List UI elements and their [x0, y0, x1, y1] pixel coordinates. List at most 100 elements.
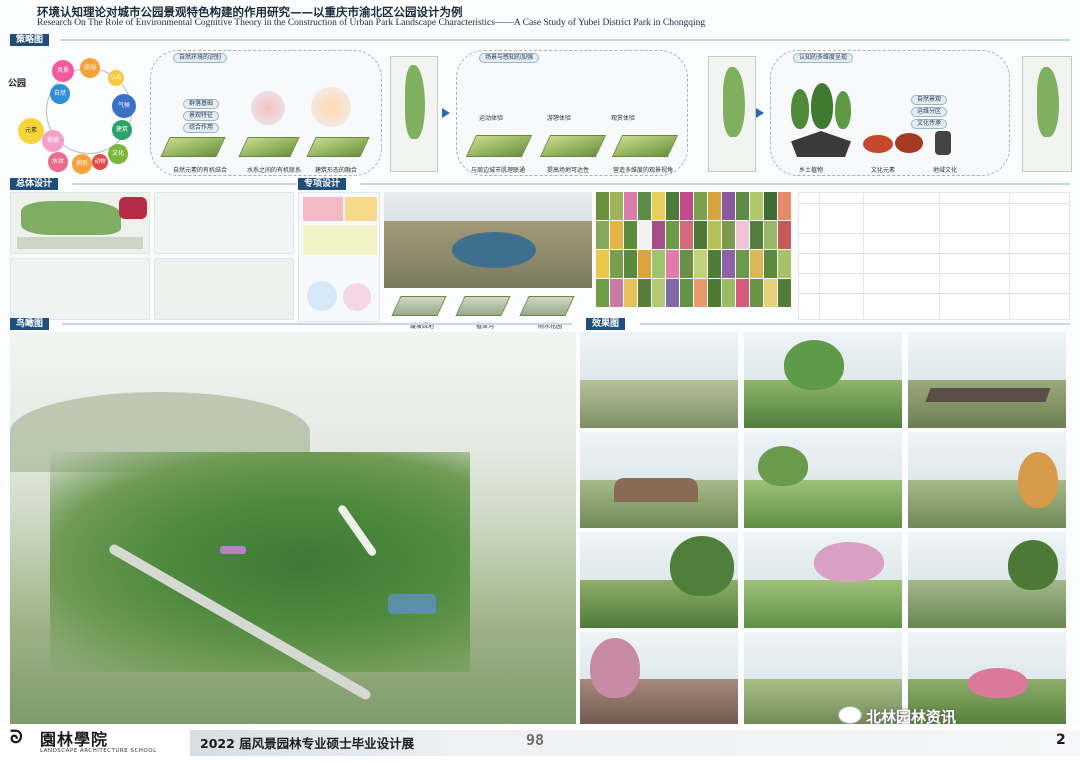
plant-photo — [722, 250, 735, 278]
concept-bubble — [251, 91, 285, 125]
photo-tree — [814, 542, 884, 582]
rendering-image — [580, 632, 738, 726]
photo-pond — [452, 232, 536, 268]
plan-green — [21, 201, 121, 235]
photo-sky — [908, 332, 1066, 385]
plant-photo — [680, 221, 693, 249]
analysis-chart-stack — [298, 192, 380, 322]
plan-legend — [17, 237, 143, 249]
rendering-image — [580, 332, 738, 428]
iso-block — [465, 135, 533, 157]
figure-illustration — [935, 131, 951, 155]
wheel-node: 水体 — [48, 152, 68, 172]
plant-photo — [750, 221, 763, 249]
wheel-node: 气候 — [112, 94, 136, 118]
plant-photo — [736, 221, 749, 249]
rendering-image — [744, 532, 902, 628]
plant-photo — [694, 192, 707, 220]
photo-sky — [580, 332, 738, 385]
analysis-bubble — [307, 281, 337, 311]
structure-plan — [154, 192, 294, 254]
rendering-image — [744, 432, 902, 528]
school-name: 園林學院 — [40, 730, 109, 749]
iso-caption: 自然元素的有机结合 — [173, 167, 228, 174]
school-name-en: LANDSCAPE ARCHITECTURE SCHOOL — [40, 748, 157, 754]
iso-block — [391, 296, 447, 316]
plant-photo — [736, 279, 749, 307]
plant-photo — [708, 279, 721, 307]
plant-photo — [750, 192, 763, 220]
path-caption: 观赏体验 — [611, 115, 636, 122]
section-aerial-label: 鸟瞰图 — [10, 318, 50, 330]
plant-photo — [778, 250, 791, 278]
exhibition-title: 2022 届风景园林专业硕士毕业设计展 — [200, 736, 415, 751]
plant-photo — [694, 250, 707, 278]
strategy-panel-2: 场景与感知的加强 运动体验 游憩体验 观赏体验 与周边城市肌理联通 提高场地可达… — [456, 50, 688, 176]
renderings-grid — [580, 332, 1070, 726]
analysis-bar — [303, 225, 377, 255]
plant-photo-grid — [596, 192, 794, 307]
table-col — [863, 193, 864, 319]
footer: ᘐ 園林學院 LANDSCAPE ARCHITECTURE SCHOOL 202… — [0, 724, 1080, 764]
plant-photo — [652, 279, 665, 307]
wetland-photo — [384, 192, 592, 288]
plant-photo — [680, 250, 693, 278]
wheel-node: 小品 — [108, 70, 124, 86]
plant-photo — [736, 192, 749, 220]
culture-caption: 文化元素 — [871, 167, 896, 174]
iso-block — [519, 296, 575, 316]
rendering-image — [580, 432, 738, 528]
wheel-node: 动物 — [92, 154, 108, 170]
culture-caption: 乡土植物 — [799, 167, 824, 174]
poster-number: 98 — [526, 731, 545, 749]
plant-photo — [750, 279, 763, 307]
map-green-area — [723, 67, 745, 137]
concept-bubble — [311, 87, 351, 127]
wheel-node: 运动 — [80, 58, 100, 78]
aerial-pond — [388, 594, 436, 614]
photo-building — [614, 478, 698, 502]
culture-caption: 地域文化 — [933, 167, 958, 174]
tree-illustration — [835, 91, 851, 129]
park-label: 公园 — [8, 79, 27, 89]
plant-species-table — [798, 192, 1070, 320]
plant-photo — [708, 250, 721, 278]
zoning-plan — [154, 258, 294, 320]
iso-block — [160, 137, 226, 157]
plant-photo — [596, 250, 609, 278]
tree-illustration — [811, 83, 833, 129]
strategy-panel-3: 认知的多维度呈现 自然景观 运维分区 文化传承 乡土植物 文化元素 地域文化 — [770, 50, 1010, 176]
section-strategy-rule — [60, 39, 1070, 41]
table-rule — [799, 293, 1069, 294]
grid-plan — [10, 258, 150, 320]
page-number: 2 — [1056, 732, 1066, 748]
plant-photo — [764, 279, 777, 307]
table-col — [819, 193, 820, 319]
plant-photo — [736, 250, 749, 278]
panel-title: 认知的多维度呈现 — [793, 53, 854, 63]
wheel-node: 元素 — [18, 118, 44, 144]
tree-illustration — [791, 89, 809, 129]
section-overall-label: 总体设计 — [10, 178, 59, 190]
pagoda-illustration — [791, 131, 851, 157]
poster-title-en: Research On The Role of Environmental Co… — [37, 18, 706, 28]
master-plan-color — [10, 192, 150, 254]
photo-ground — [744, 480, 902, 528]
poster-board: 环境认知理论对城市公园景观特色构建的作用研究——以重庆市渝北区公园设计为例 Re… — [0, 0, 1080, 764]
plant-photo — [680, 279, 693, 307]
aerial-view-image — [10, 332, 576, 726]
iso-caption: 水系之间的有机联系 — [247, 167, 302, 174]
plan-accent — [119, 197, 147, 219]
plant-photo — [778, 192, 791, 220]
wheel-node: 植被 — [42, 130, 64, 152]
rendering-image — [908, 432, 1066, 528]
plant-photo — [596, 192, 609, 220]
plant-photo — [624, 221, 637, 249]
photo-tree — [784, 340, 844, 390]
plant-photo — [764, 221, 777, 249]
plant-photo — [778, 279, 791, 307]
photo-tree — [758, 446, 808, 486]
wheel-node: 建筑 — [112, 120, 132, 140]
plant-photo — [666, 221, 679, 249]
rendering-image — [908, 332, 1066, 428]
